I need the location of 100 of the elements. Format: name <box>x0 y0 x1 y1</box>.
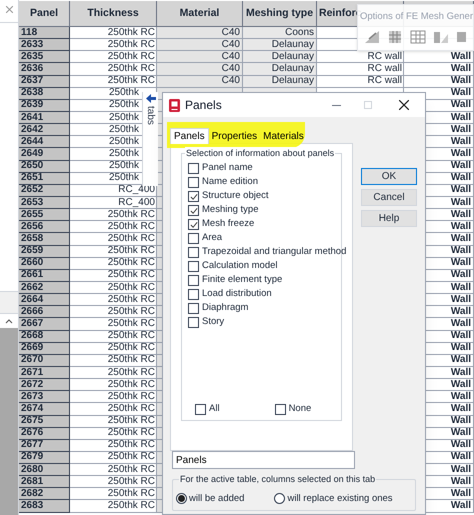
checkbox-label: All <box>209 402 220 416</box>
table-cell: 250thk RC <box>70 440 157 452</box>
table-cell: Delaunay <box>243 63 317 76</box>
checkbox-label: Meshing type <box>202 203 259 218</box>
table-cell: 2673 <box>19 391 70 404</box>
table-cell: Coons <box>243 27 317 40</box>
grid-tool-icon[interactable] <box>410 30 426 44</box>
dialog-button[interactable]: Cancel <box>361 189 417 206</box>
table-cell: 250thk RC <box>70 39 157 52</box>
checkbox[interactable] <box>188 177 199 188</box>
dialog-button[interactable]: OK <box>361 168 417 185</box>
table-cell: 2649 <box>19 148 70 161</box>
table-cell: 2676 <box>19 428 70 440</box>
checkbox[interactable] <box>188 191 199 202</box>
table-cell: RC wall <box>317 63 404 76</box>
table-cell: 250thk RC <box>70 27 157 40</box>
table-cell: 2655 <box>19 209 70 222</box>
table-cell: 250thk RC <box>70 318 157 331</box>
table-cell: 250thk RC <box>70 51 157 64</box>
table-cell: 2677 <box>19 440 70 452</box>
column-header: Panel <box>19 1 70 27</box>
checkbox[interactable] <box>188 289 199 300</box>
checkbox-label: Calculation model <box>202 259 278 274</box>
table-cell: 2644 <box>19 136 70 148</box>
table-cell: Delaunay <box>243 76 317 88</box>
checkbox-label: Area <box>202 231 222 246</box>
table-cell: 2668 <box>19 330 70 343</box>
table-cell: 2653 <box>19 196 70 210</box>
checkbox-label: None <box>288 402 312 416</box>
checkbox[interactable] <box>188 205 199 216</box>
checkbox[interactable] <box>188 219 199 230</box>
table-cell: 250thk RC <box>70 294 157 306</box>
table-cell: 250thk RC <box>70 379 157 392</box>
radio-button[interactable] <box>176 493 187 504</box>
checkbox[interactable] <box>188 303 199 314</box>
table-cell: 250thk RC <box>70 403 157 416</box>
table-cell: 250thk RC <box>70 416 157 428</box>
table-cell: 2636 <box>19 63 70 76</box>
table-cell: 2658 <box>19 233 70 246</box>
table-cell: RC wall <box>317 51 404 64</box>
table-cell: C40 <box>157 39 243 52</box>
checkbox[interactable] <box>188 233 199 244</box>
table-cell: 2670 <box>19 354 70 367</box>
table-cell: 250thk RC <box>70 452 157 464</box>
side-tab[interactable]: tabs <box>142 92 158 186</box>
column-header: Material <box>157 1 243 27</box>
table-cell: 2667 <box>19 318 70 331</box>
checkbox[interactable] <box>274 404 286 415</box>
checkbox-label: Mesh freeze <box>202 217 254 232</box>
checkbox-label: Structure object <box>202 189 269 204</box>
table-cell: 2661 <box>19 270 70 282</box>
table-cell: 2664 <box>19 294 70 306</box>
table-cell: 250thk RC <box>70 354 157 367</box>
name-field[interactable]: Panels <box>172 451 355 469</box>
tab[interactable]: Properties <box>208 129 260 143</box>
arrow-left-icon <box>146 94 156 103</box>
mesh-tool-icon[interactable] <box>364 30 380 44</box>
table-cell: 250thk RC <box>70 63 157 76</box>
column-header: Thickness <box>70 1 157 27</box>
checkbox-label: Finite element type <box>202 273 282 288</box>
scroll-up-icon[interactable] <box>5 318 13 324</box>
table-cell: C40 <box>157 51 243 64</box>
table-cell: C40 <box>157 27 243 40</box>
table-cell: 250thk RC <box>70 76 157 88</box>
table-cell: Wall <box>404 76 474 88</box>
tab[interactable]: Materials <box>260 129 307 143</box>
checkbox[interactable] <box>188 163 199 174</box>
tab[interactable]: Panels <box>170 128 209 144</box>
table-cell: 250thk RC <box>70 221 157 234</box>
table-cell: 2651 <box>19 172 70 185</box>
close-icon[interactable] <box>399 100 409 110</box>
table-cell: 2659 <box>19 246 70 258</box>
minimize-icon[interactable] <box>332 104 341 106</box>
table-cell: 2680 <box>19 464 70 476</box>
dialog-button[interactable]: Help <box>361 210 417 227</box>
checkbox-label: Name edition <box>202 175 258 190</box>
radio-button[interactable] <box>274 493 286 504</box>
table-cell: 2656 <box>19 221 70 234</box>
checkbox[interactable] <box>188 275 199 286</box>
table-cell: 250thk RC <box>70 330 157 343</box>
table-cell: Delaunay <box>243 51 317 64</box>
checkbox[interactable] <box>188 247 199 258</box>
checkbox[interactable] <box>195 404 206 415</box>
checkbox-label: Diaphragm <box>202 301 248 316</box>
table-cell: 2660 <box>19 258 70 270</box>
app-logo-icon <box>169 98 180 112</box>
table-cell: Wall <box>404 51 474 64</box>
table-cell: 250thk RC <box>70 366 157 380</box>
group-title: For the active table, columns selected on this tab <box>179 473 376 486</box>
checkbox[interactable] <box>188 317 199 328</box>
table-cell: 2672 <box>19 379 70 392</box>
table-cell: 2642 <box>19 124 70 136</box>
checkbox[interactable] <box>188 261 199 272</box>
table-cell: 2679 <box>19 452 70 464</box>
table-cell: 250thk RC <box>70 282 157 294</box>
table-cell: RC wall <box>317 76 404 88</box>
grid-tool-icon[interactable] <box>387 30 403 44</box>
dialog-title: Panels <box>185 97 222 114</box>
table-cell: 2675 <box>19 416 70 428</box>
table-cell: Wall <box>404 63 474 76</box>
